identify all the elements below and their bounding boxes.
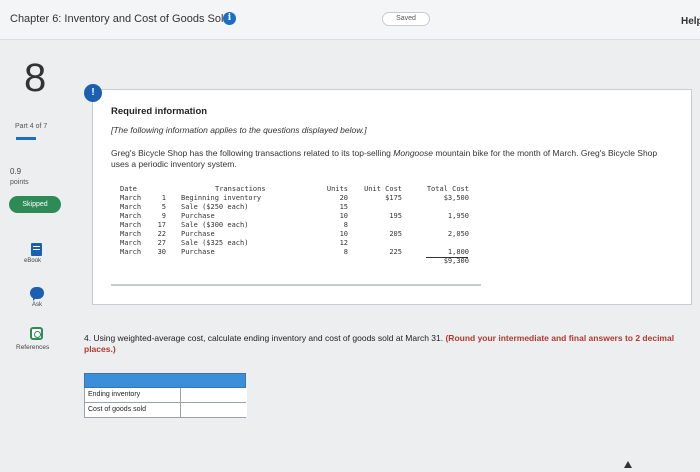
cell-units: 8 xyxy=(343,221,348,229)
cell-total-cost: $3,500 xyxy=(443,194,469,202)
col-header-total-cost: Total Cost xyxy=(426,185,469,193)
part-label: Part 4 of 7 xyxy=(15,123,48,130)
points-label: points xyxy=(10,179,29,186)
cell-desc: Purchase xyxy=(181,212,215,220)
cell-desc: Purchase xyxy=(181,248,215,256)
table-row: March 5 Sale ($250 each) 15 xyxy=(120,203,490,212)
cell-unit-cost: $175 xyxy=(385,194,402,202)
cell-month: March xyxy=(120,203,142,211)
saved-status-badge: Saved xyxy=(382,12,430,26)
transactions-table: Date Transactions Units Unit Cost Total … xyxy=(120,185,490,266)
references-icon[interactable] xyxy=(30,327,43,340)
cell-desc: Beginning inventory xyxy=(181,194,262,202)
table-row: March 17 Sale ($300 each) 8 xyxy=(120,221,490,230)
col-header-date: Date xyxy=(120,185,137,193)
part-progress-bar xyxy=(16,137,36,140)
chapter-title: Chapter 6: Inventory and Cost of Goods S… xyxy=(10,13,230,25)
references-link-label[interactable]: References xyxy=(16,344,49,351)
ask-link-label[interactable]: Ask xyxy=(32,302,42,308)
question-prompt: 4. Using weighted-average cost, calculat… xyxy=(84,333,675,354)
cell-day: 9 xyxy=(161,212,166,220)
cell-unit-cost: 225 xyxy=(389,248,402,256)
required-information-panel: Required information [The following info… xyxy=(92,89,692,305)
cell-units: 12 xyxy=(339,239,348,247)
table-row: March 9 Purchase 10 195 1,950 xyxy=(120,212,490,221)
grand-total-row: $9,300 xyxy=(120,257,490,266)
table-row: March 27 Sale ($325 each) 12 xyxy=(120,239,490,248)
cost-of-goods-sold-input[interactable] xyxy=(180,403,247,417)
grand-total: $9,300 xyxy=(443,257,469,265)
cell-month: March xyxy=(120,239,142,247)
question-sidebar xyxy=(0,41,70,472)
cell-day: 27 xyxy=(157,239,166,247)
answer-row-label: Ending inventory xyxy=(88,391,141,398)
table-bottom-rule xyxy=(111,284,481,286)
cell-day: 1 xyxy=(161,194,166,202)
question-number: 8 xyxy=(24,56,47,100)
help-link[interactable]: Help xyxy=(681,16,700,27)
cell-day: 5 xyxy=(161,203,166,211)
alert-icon: ! xyxy=(84,84,102,102)
table-row: Ending inventory xyxy=(84,388,247,403)
cell-units: 20 xyxy=(339,194,348,202)
cell-desc: Sale ($300 each) xyxy=(181,221,249,229)
ebook-icon[interactable] xyxy=(31,243,42,256)
required-info-note: [The following information applies to th… xyxy=(111,125,367,135)
col-header-units: Units xyxy=(326,185,348,193)
cell-month: March xyxy=(120,230,142,238)
total-underline xyxy=(426,257,468,258)
cell-month: March xyxy=(120,194,142,202)
col-header-transactions: Transactions xyxy=(215,185,266,193)
top-bar: Chapter 6: Inventory and Cost of Goods S… xyxy=(0,0,700,40)
cell-units: 8 xyxy=(343,248,348,256)
cell-total-cost: 1,950 xyxy=(447,212,469,220)
cell-month: March xyxy=(120,248,142,256)
cell-desc: Sale ($325 each) xyxy=(181,239,249,247)
cell-units: 15 xyxy=(339,203,348,211)
ending-inventory-input[interactable] xyxy=(180,388,247,402)
info-icon[interactable]: i xyxy=(223,12,236,25)
scenario-description: Greg's Bicycle Shop has the following tr… xyxy=(111,148,658,169)
cell-desc: Purchase xyxy=(181,230,215,238)
cell-month: March xyxy=(120,212,142,220)
skipped-status-badge[interactable]: Skipped xyxy=(9,196,61,213)
mouse-cursor-icon xyxy=(624,461,632,468)
table-row: March 1 Beginning inventory 20 $175 $3,500 xyxy=(120,194,490,203)
table-row: March 22 Purchase 10 205 2,050 xyxy=(120,230,490,239)
cell-unit-cost: 205 xyxy=(389,230,402,238)
transactions-header-row: Date Transactions Units Unit Cost Total … xyxy=(120,185,490,194)
cell-desc: Sale ($250 each) xyxy=(181,203,249,211)
cell-total-cost: 2,050 xyxy=(447,230,469,238)
cell-day: 22 xyxy=(157,230,166,238)
cell-month: March xyxy=(120,221,142,229)
ask-icon[interactable] xyxy=(30,287,44,301)
cell-units: 10 xyxy=(339,212,348,220)
answer-table: Ending inventory Cost of goods sold xyxy=(84,373,247,418)
cell-total-cost: 1,800 xyxy=(447,248,469,256)
table-row: Cost of goods sold xyxy=(84,403,247,418)
cell-day: 17 xyxy=(157,221,166,229)
points-value: 0.9 xyxy=(10,167,22,176)
ebook-link-label[interactable]: eBook xyxy=(24,258,41,264)
col-header-unit-cost: Unit Cost xyxy=(364,185,402,193)
answer-table-header xyxy=(84,373,246,388)
cell-units: 10 xyxy=(339,230,348,238)
table-row: March 30 Purchase 8 225 1,800 xyxy=(120,248,490,257)
answer-row-label: Cost of goods sold xyxy=(88,406,146,413)
required-info-title: Required information xyxy=(111,106,208,117)
cell-unit-cost: 195 xyxy=(389,212,402,220)
cell-day: 30 xyxy=(157,248,166,256)
